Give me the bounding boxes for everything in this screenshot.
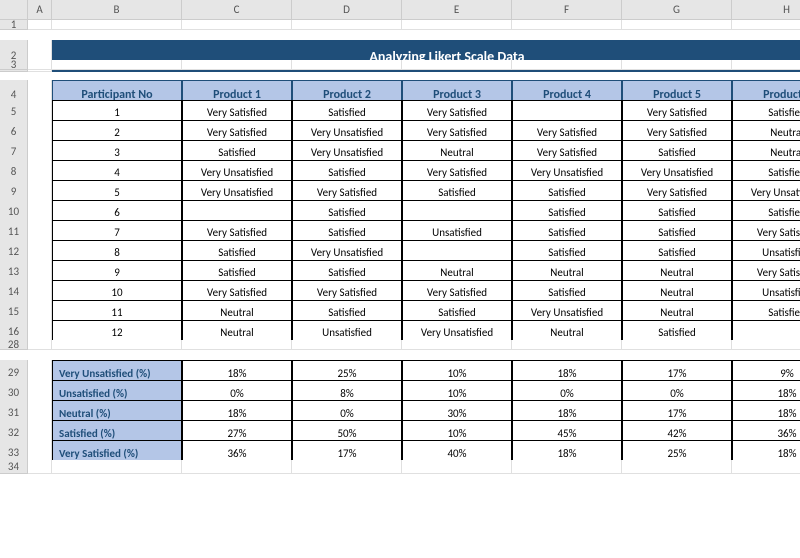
row-header-28[interactable]: 28 [0, 340, 28, 350]
cell-blank [28, 20, 52, 30]
cell-blank [512, 460, 622, 474]
cell-blank [28, 60, 52, 70]
cell-blank [292, 20, 402, 30]
cell-blank [512, 20, 622, 30]
spreadsheet-grid[interactable]: ABCDEFGH12Analyzing Likert Scale Data34P… [0, 0, 800, 480]
cell-blank [402, 460, 512, 474]
cell-blank [52, 20, 182, 30]
cell-blank [292, 460, 402, 474]
cell-blank [402, 20, 512, 30]
col-header-D[interactable]: D [292, 0, 402, 20]
select-all-corner[interactable] [0, 0, 28, 20]
cell-blank [732, 340, 800, 350]
cell-blank [182, 20, 292, 30]
cell-blank [622, 60, 732, 70]
cell-blank [402, 340, 512, 350]
col-header-H[interactable]: H [732, 0, 800, 20]
cell-blank [52, 460, 182, 474]
cell-blank [182, 60, 292, 70]
cell-blank [292, 340, 402, 350]
row-header-34[interactable]: 34 [0, 460, 28, 474]
col-header-B[interactable]: B [52, 0, 182, 20]
cell-blank [622, 460, 732, 474]
row-header-3[interactable]: 3 [0, 60, 28, 70]
cell-blank [732, 20, 800, 30]
col-header-A[interactable]: A [28, 0, 52, 20]
cell-blank [28, 340, 52, 350]
cell-blank [292, 60, 402, 70]
cell-blank [732, 60, 800, 70]
cell-blank [512, 340, 622, 350]
cell-blank [52, 60, 182, 70]
cell-blank [182, 460, 292, 474]
row-header-1[interactable]: 1 [0, 20, 28, 30]
cell-blank [182, 340, 292, 350]
cell-blank [52, 340, 182, 350]
col-header-E[interactable]: E [402, 0, 512, 20]
cell-blank [512, 60, 622, 70]
col-header-C[interactable]: C [182, 0, 292, 20]
cell-blank [732, 460, 800, 474]
col-header-F[interactable]: F [512, 0, 622, 20]
col-header-G[interactable]: G [622, 0, 732, 20]
cell-blank [402, 60, 512, 70]
cell-blank [622, 340, 732, 350]
cell-blank [622, 20, 732, 30]
cell-blank [28, 460, 52, 474]
